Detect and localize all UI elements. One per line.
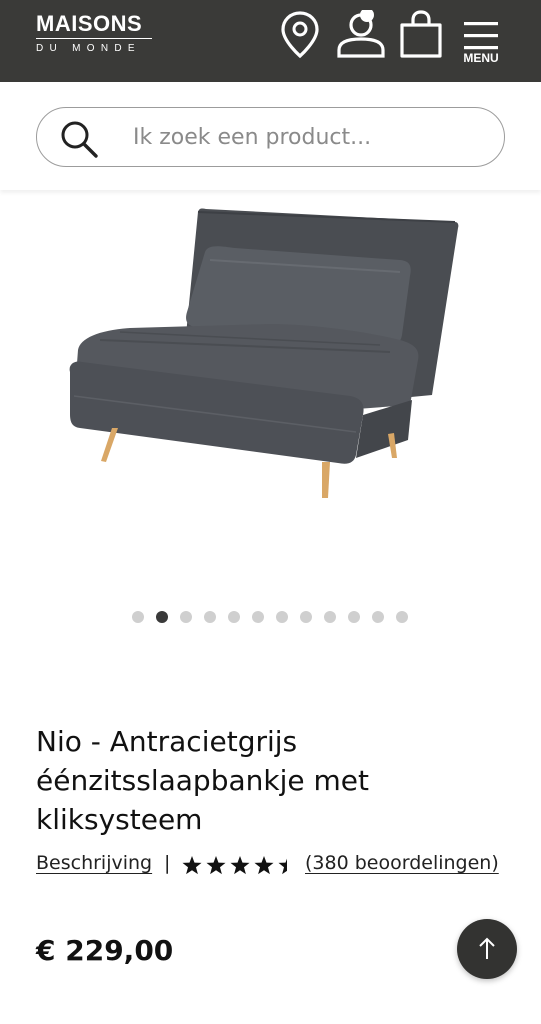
menu-label[interactable]: MENU — [458, 51, 504, 65]
logo-sub-text: DU MONDE — [36, 43, 141, 54]
product-title: Nio - Antracietgrijs éénzitsslaapbankje … — [36, 725, 369, 836]
search-bar[interactable] — [36, 107, 505, 167]
gallery-dot[interactable] — [324, 611, 336, 623]
gallery-dot[interactable] — [228, 611, 240, 623]
search-section — [0, 82, 541, 190]
reviews-link[interactable]: (380 beoordelingen) — [305, 852, 499, 874]
product-meta: Beschrijving | (380 beoordelingen) — [36, 852, 516, 882]
top-bar: MAISONS DU MONDE MENU — [0, 0, 541, 82]
gallery-dot[interactable] — [156, 611, 168, 623]
meta-separator: | — [164, 852, 171, 874]
scroll-to-top-button[interactable] — [457, 919, 517, 979]
location-pin-icon[interactable] — [280, 10, 320, 60]
rating-stars[interactable] — [182, 855, 300, 877]
account-icon[interactable] — [336, 10, 388, 60]
star-full-icon — [230, 856, 250, 875]
star-full-icon — [182, 856, 202, 875]
gallery-dot[interactable] — [372, 611, 384, 623]
product-image[interactable] — [60, 200, 480, 510]
search-input[interactable] — [133, 122, 473, 152]
arrow-up-icon — [479, 937, 495, 959]
gallery-dot[interactable] — [180, 611, 192, 623]
gallery-dot[interactable] — [132, 611, 144, 623]
logo-divider — [36, 38, 152, 39]
star-full-icon — [254, 856, 274, 875]
star-half-icon — [278, 858, 287, 875]
gallery-dot[interactable] — [204, 611, 216, 623]
gallery-pagination — [0, 611, 541, 625]
logo-main-text: MAISONS — [36, 11, 143, 36]
description-link[interactable]: Beschrijving — [36, 852, 152, 874]
star-full-icon — [206, 856, 226, 875]
gallery-dot[interactable] — [300, 611, 312, 623]
search-icon[interactable] — [59, 119, 99, 159]
product-price: € 229,00 — [36, 934, 174, 967]
shopping-bag-icon[interactable] — [398, 10, 444, 60]
gallery-dot[interactable] — [252, 611, 264, 623]
brand-logo[interactable]: MAISONS DU MONDE — [36, 12, 156, 55]
gallery-dot[interactable] — [396, 611, 408, 623]
gallery-dot[interactable] — [348, 611, 360, 623]
gallery-dot[interactable] — [276, 611, 288, 623]
